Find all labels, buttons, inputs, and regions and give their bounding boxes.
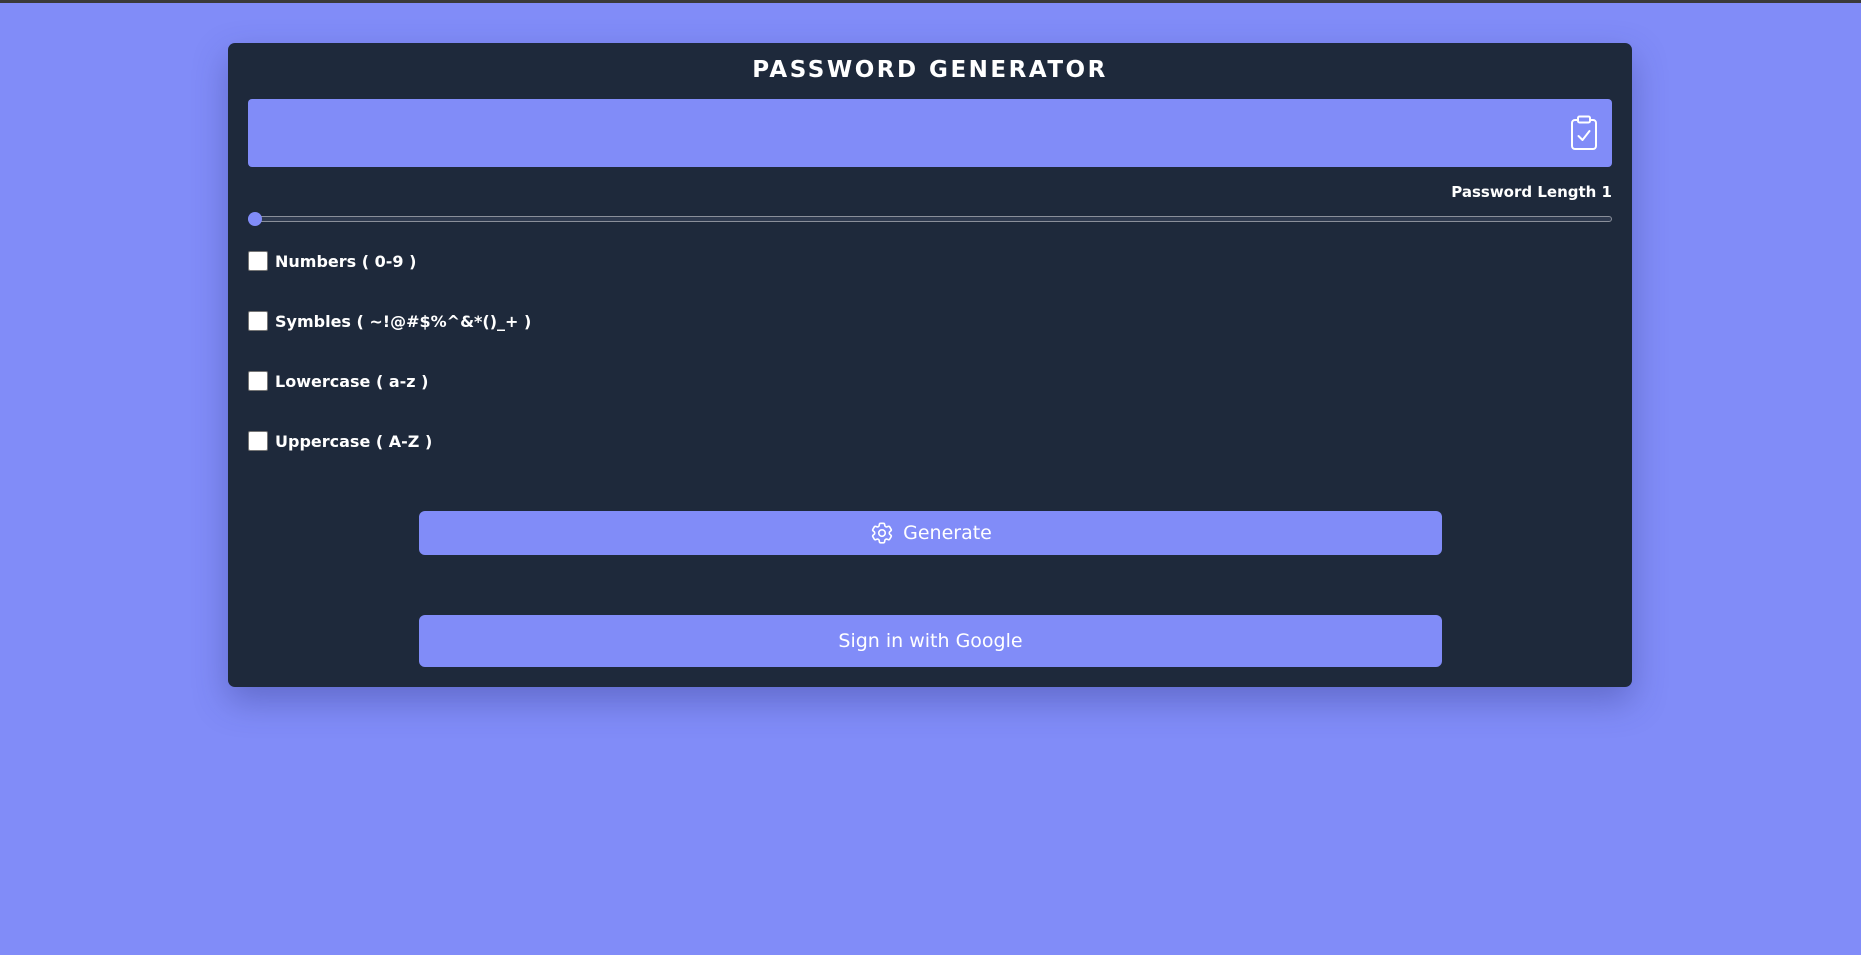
option-label: Lowercase ( a-z ) <box>275 371 429 391</box>
copy-button[interactable] <box>1570 115 1598 151</box>
option-label: Symbles ( ~!@#$%^&*()_+ ) <box>275 311 532 331</box>
generate-button-label: Generate <box>903 522 992 544</box>
option-symbols[interactable]: Symbles ( ~!@#$%^&*()_+ ) <box>248 311 531 331</box>
password-length-slider[interactable] <box>248 212 1612 226</box>
password-output[interactable] <box>248 99 1612 167</box>
option-numbers[interactable]: Numbers ( 0-9 ) <box>248 251 416 271</box>
generator-card: PASSWORD GENERATOR Password Length 1 Num… <box>228 43 1632 687</box>
lowercase-checkbox[interactable] <box>248 371 268 391</box>
generate-button[interactable]: Generate <box>419 511 1442 555</box>
option-uppercase[interactable]: Uppercase ( A-Z ) <box>248 431 432 451</box>
uppercase-checkbox[interactable] <box>248 431 268 451</box>
clipboard-check-icon <box>1571 115 1597 150</box>
option-label: Uppercase ( A-Z ) <box>275 431 433 451</box>
page-title: PASSWORD GENERATOR <box>752 57 1108 83</box>
symbols-checkbox[interactable] <box>248 311 268 331</box>
option-label: Numbers ( 0-9 ) <box>275 251 417 271</box>
google-signin-button[interactable]: Sign in with Google <box>419 615 1442 667</box>
gear-icon <box>872 522 893 544</box>
slider-track <box>248 216 1612 222</box>
window-top-border <box>0 0 1861 3</box>
google-signin-label: Sign in with Google <box>838 630 1023 652</box>
option-lowercase[interactable]: Lowercase ( a-z ) <box>248 371 428 391</box>
numbers-checkbox[interactable] <box>248 251 268 271</box>
slider-thumb[interactable] <box>248 212 262 226</box>
password-length-label: Password Length 1 <box>1451 183 1612 201</box>
